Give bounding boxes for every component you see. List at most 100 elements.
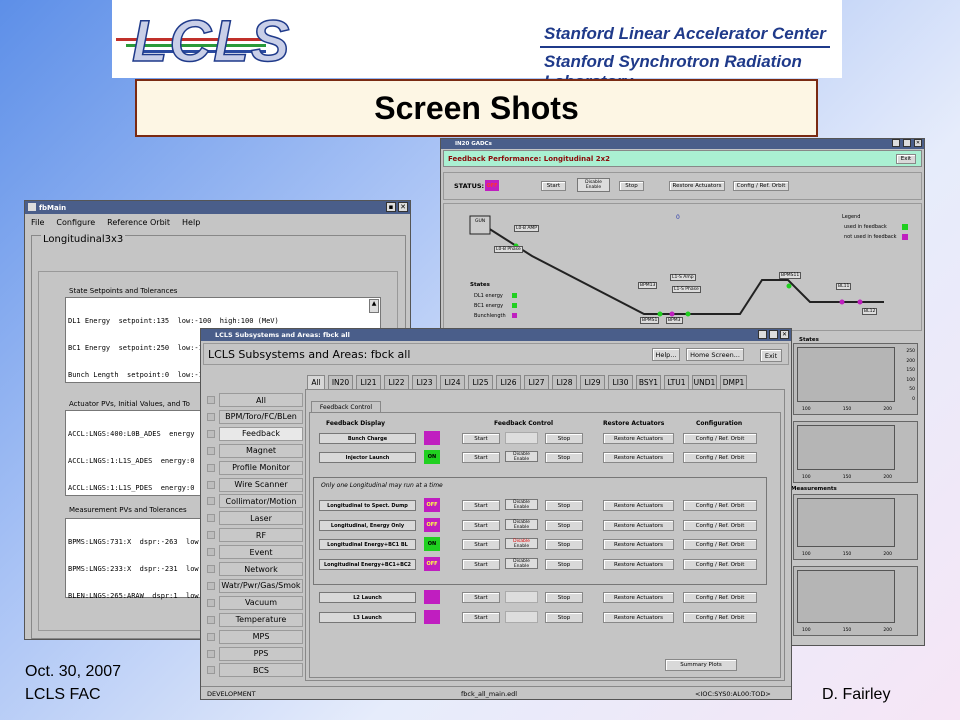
feedback-row-label[interactable]: Longitudinal Energy+BC1 BL [319, 539, 416, 550]
start-button[interactable]: Start [462, 433, 500, 444]
restore-actuators-button[interactable]: Restore Actuators [603, 452, 674, 463]
meas-textbox[interactable]: BPMS:LNGS:731:X dspr:-263 low BPMS:LNGS:… [65, 518, 205, 600]
summary-plots-button[interactable]: Summary Plots [665, 659, 737, 671]
area-tab[interactable]: IN20 [328, 375, 353, 389]
help-button[interactable]: Help... [652, 348, 680, 361]
in20-disable-enable[interactable]: Disable Enable [577, 178, 610, 192]
nav-button[interactable]: Temperature [219, 612, 303, 627]
area-tab[interactable]: LI23 [412, 375, 437, 389]
area-tab[interactable]: All [307, 375, 325, 389]
nav-button[interactable]: Feedback [219, 426, 303, 441]
start-button[interactable]: Start [462, 452, 500, 463]
close-icon[interactable]: ✕ [914, 139, 922, 147]
maximize-icon[interactable] [903, 139, 911, 147]
config-ref-orbit-button[interactable]: Config / Ref. Orbit [683, 520, 757, 531]
start-button[interactable]: Start [462, 592, 500, 603]
nav-button[interactable]: Event [219, 545, 303, 560]
start-button[interactable]: Start [462, 559, 500, 570]
restore-actuators-button[interactable]: Restore Actuators [603, 559, 674, 570]
nav-button[interactable]: RF [219, 528, 303, 543]
minimize-icon[interactable] [758, 330, 767, 339]
feedback-row-label[interactable]: Longitudinal, Energy Only [319, 520, 416, 531]
feedback-row-label[interactable]: Longitudinal to Spect. Dump [319, 500, 416, 511]
window-menu-icon[interactable] [28, 203, 36, 211]
restore-actuators-button[interactable]: Restore Actuators [603, 433, 674, 444]
disable-enable-toggle[interactable]: Disable Enable [505, 538, 538, 549]
feedback-row-label[interactable]: Bunch Charge [319, 433, 416, 444]
area-tab[interactable]: LI26 [496, 375, 521, 389]
area-tab[interactable]: LI22 [384, 375, 409, 389]
config-ref-orbit-button[interactable]: Config / Ref. Orbit [683, 539, 757, 550]
stop-button[interactable]: Stop [545, 559, 583, 570]
nav-button[interactable]: BPM/Toro/FC/BLen [219, 409, 303, 424]
area-tab[interactable]: BSY1 [636, 375, 661, 389]
start-button[interactable]: Start [462, 539, 500, 550]
config-ref-orbit-button[interactable]: Config / Ref. Orbit [683, 452, 757, 463]
feedback-row-label[interactable]: Injector Launch [319, 452, 416, 463]
restore-actuators-button[interactable]: Restore Actuators [603, 592, 674, 603]
nav-button[interactable]: Collimator/Motion [219, 494, 303, 509]
stop-button[interactable]: Stop [545, 520, 583, 531]
config-ref-orbit-button[interactable]: Config / Ref. Orbit [683, 612, 757, 623]
config-ref-orbit-button[interactable]: Config / Ref. Orbit [683, 592, 757, 603]
minimize-icon[interactable]: ▪ [386, 202, 396, 212]
stop-button[interactable]: Stop [545, 592, 583, 603]
restore-actuators-button[interactable]: Restore Actuators [603, 500, 674, 511]
maximize-icon[interactable] [769, 330, 778, 339]
config-ref-orbit-button[interactable]: Config / Ref. Orbit [683, 500, 757, 511]
feedback-row-label[interactable]: L2 Launch [319, 592, 416, 603]
start-button[interactable]: Start [462, 500, 500, 511]
nav-button[interactable]: Vacuum [219, 595, 303, 610]
in20-restore-button[interactable]: Restore Actuators [669, 181, 725, 191]
home-screen-button[interactable]: Home Screen... [686, 348, 744, 361]
config-ref-orbit-button[interactable]: Config / Ref. Orbit [683, 559, 757, 570]
area-tab[interactable]: LI29 [580, 375, 605, 389]
disable-enable-toggle[interactable]: Disable Enable [505, 519, 538, 530]
nav-button[interactable]: Laser [219, 511, 303, 526]
disable-enable-toggle[interactable]: Disable Enable [505, 499, 538, 510]
restore-actuators-button[interactable]: Restore Actuators [603, 539, 674, 550]
nav-button[interactable]: Watr/Pwr/Gas/Smok [219, 578, 303, 593]
menu-file[interactable]: File [31, 218, 44, 227]
config-ref-orbit-button[interactable]: Config / Ref. Orbit [683, 433, 757, 444]
actuator-textbox[interactable]: ACCL:LNGS:400:L0B_ADES energy ACCL:LNGS:… [65, 410, 205, 496]
subtab-feedback-control[interactable]: Feedback Control [311, 401, 381, 412]
nav-button[interactable]: Magnet [219, 443, 303, 458]
in20-config-button[interactable]: Config / Ref. Orbit [733, 181, 789, 191]
scroll-up-icon[interactable]: ▲ [369, 299, 379, 313]
area-tab[interactable]: UND1 [692, 375, 717, 389]
nav-button[interactable]: Network [219, 562, 303, 576]
area-tab[interactable]: DMP1 [720, 375, 747, 389]
in20-exit-button[interactable]: Exit [896, 154, 916, 164]
area-tab[interactable]: LI25 [468, 375, 493, 389]
restore-actuators-button[interactable]: Restore Actuators [603, 520, 674, 531]
disable-enable-toggle[interactable]: Disable Enable [505, 558, 538, 569]
area-tab[interactable]: LTU1 [664, 375, 689, 389]
restore-actuators-button[interactable]: Restore Actuators [603, 612, 674, 623]
area-tab[interactable]: LI30 [608, 375, 633, 389]
stop-button[interactable]: Stop [545, 539, 583, 550]
in20-start-button[interactable]: Start [541, 181, 566, 191]
close-icon[interactable]: ✕ [780, 330, 789, 339]
nav-button[interactable]: All [219, 393, 303, 407]
stop-button[interactable]: Stop [545, 612, 583, 623]
menu-reference-orbit[interactable]: Reference Orbit [107, 218, 170, 227]
in20-stop-button[interactable]: Stop [619, 181, 644, 191]
stop-button[interactable]: Stop [545, 452, 583, 463]
start-button[interactable]: Start [462, 520, 500, 531]
nav-button[interactable]: Wire Scanner [219, 477, 303, 492]
nav-button[interactable]: BCS [219, 663, 303, 678]
disable-enable-toggle[interactable]: Disable Enable [505, 451, 538, 462]
area-tab[interactable]: LI28 [552, 375, 577, 389]
area-tab[interactable]: LI24 [440, 375, 465, 389]
start-button[interactable]: Start [462, 612, 500, 623]
minimize-icon[interactable] [892, 139, 900, 147]
nav-button[interactable]: Profile Monitor [219, 460, 303, 475]
stop-button[interactable]: Stop [545, 433, 583, 444]
feedback-row-label[interactable]: Longitudinal Energy+BC1+BC2 [319, 559, 416, 570]
area-tab[interactable]: LI27 [524, 375, 549, 389]
close-icon[interactable]: ✕ [398, 202, 408, 212]
nav-button[interactable]: PPS [219, 646, 303, 661]
area-tab[interactable]: LI21 [356, 375, 381, 389]
stop-button[interactable]: Stop [545, 500, 583, 511]
